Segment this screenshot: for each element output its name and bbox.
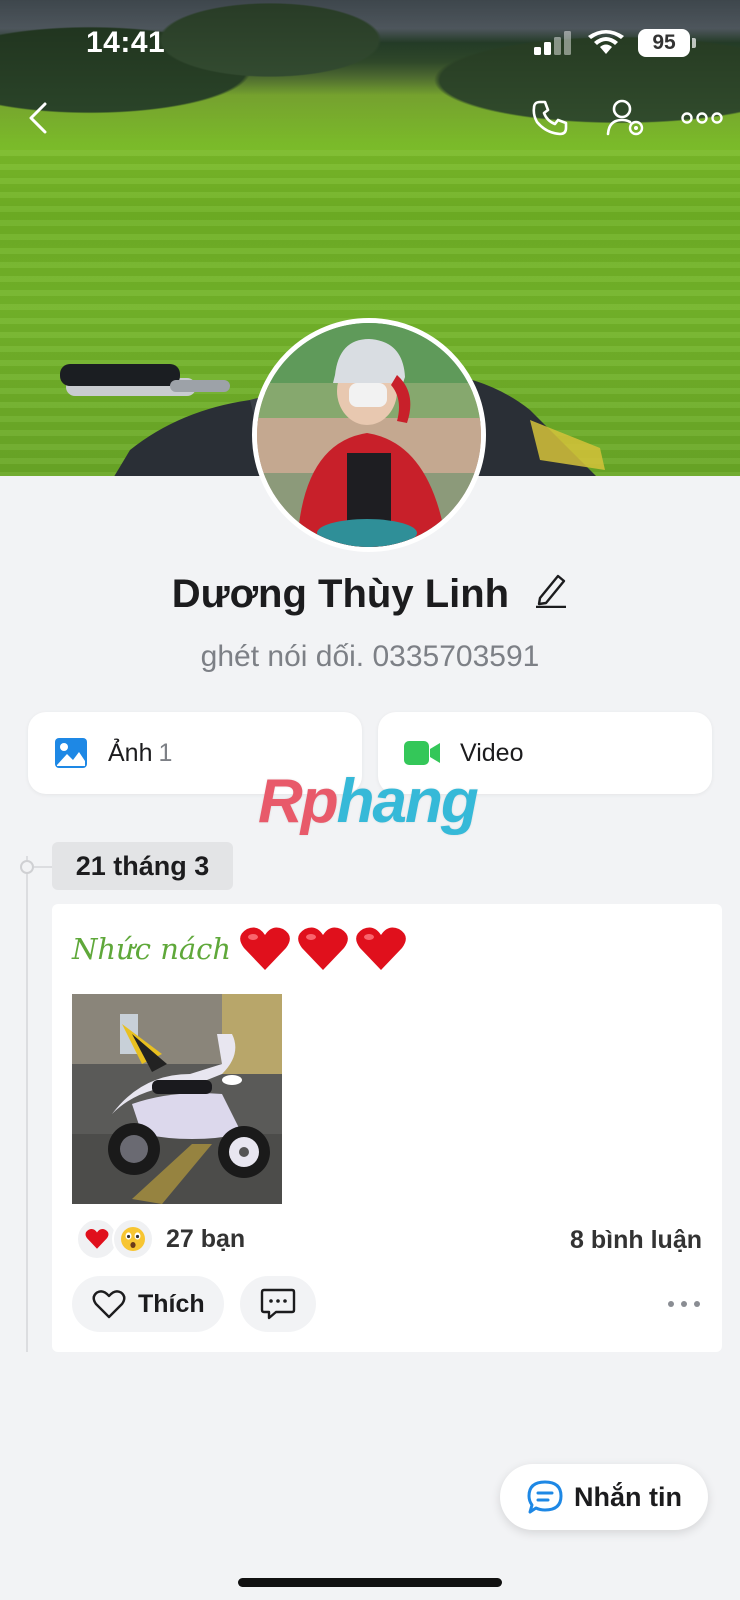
profile-settings-button[interactable] [600, 92, 652, 144]
wow-reaction-icon [112, 1218, 154, 1260]
avatar-photo [257, 323, 481, 547]
back-button[interactable] [12, 92, 64, 144]
comment-icon [260, 1288, 296, 1320]
timeline-line [26, 856, 28, 1352]
phone-icon [532, 100, 568, 136]
pencil-icon [536, 575, 567, 609]
user-settings-icon [606, 99, 644, 136]
watermark-logo: Rphang [258, 766, 488, 836]
heart-emoji-icon [356, 927, 406, 970]
reaction-count: 27 bạn [166, 1224, 246, 1253]
post-caption: Nhức nách [72, 926, 407, 972]
post-card: Nhức nách 27 bạn 8 bình luận Thích [52, 904, 722, 1352]
signal-icon [534, 31, 571, 55]
timeline-date: 21 tháng 3 [52, 842, 233, 890]
heart-emoji-icon [298, 927, 348, 970]
profile-avatar[interactable] [252, 318, 486, 552]
post-more-button[interactable] [664, 1288, 704, 1320]
photos-label-group: Ảnh 1 [108, 739, 172, 768]
chat-bubble-icon [527, 1480, 563, 1514]
like-label: Thích [138, 1289, 205, 1318]
message-button[interactable]: Nhắn tin [500, 1464, 708, 1530]
wifi-icon [588, 30, 624, 54]
timeline-connector [34, 866, 52, 868]
reaction-summary[interactable]: 27 bạn [76, 1218, 245, 1260]
back-icon [29, 102, 47, 134]
status-bar: 14:41 95 [0, 0, 740, 88]
video-camera-icon [404, 741, 440, 765]
top-navigation [0, 92, 740, 144]
edit-name-button[interactable] [534, 570, 568, 618]
like-button[interactable]: Thích [72, 1276, 224, 1332]
status-time: 14:41 [86, 26, 166, 59]
more-options-button[interactable] [676, 92, 728, 144]
videos-label: Video [460, 738, 524, 767]
battery-icon: 95 [638, 29, 696, 57]
profile-name: Dương Thùy Linh [171, 571, 510, 616]
photos-label: Ảnh [108, 738, 153, 767]
scooter-photo [72, 994, 282, 1204]
watermark-part-1: Rp [258, 767, 339, 836]
image-icon [55, 738, 87, 768]
profile-name-row: Dương Thùy Linh [0, 570, 740, 618]
more-dots-icon [668, 1301, 700, 1307]
status-icons: 95 [534, 28, 696, 58]
timeline-dot [20, 860, 34, 874]
call-button[interactable] [524, 92, 576, 144]
post-caption-text: Nhức nách [72, 932, 232, 966]
home-indicator [238, 1578, 502, 1587]
more-icon [681, 112, 723, 124]
watermark-part-2: hang [336, 767, 479, 836]
photos-count: 1 [158, 738, 173, 767]
comment-button[interactable] [240, 1276, 316, 1332]
message-label: Nhắn tin [574, 1481, 682, 1512]
heart-emoji-icon [240, 927, 290, 970]
comment-count[interactable]: 8 bình luận [570, 1226, 702, 1255]
caption-hearts [239, 926, 407, 972]
heart-outline-icon [92, 1290, 126, 1319]
post-image[interactable] [72, 994, 282, 1204]
profile-bio: ghét nói dối. 0335703591 [200, 640, 540, 673]
